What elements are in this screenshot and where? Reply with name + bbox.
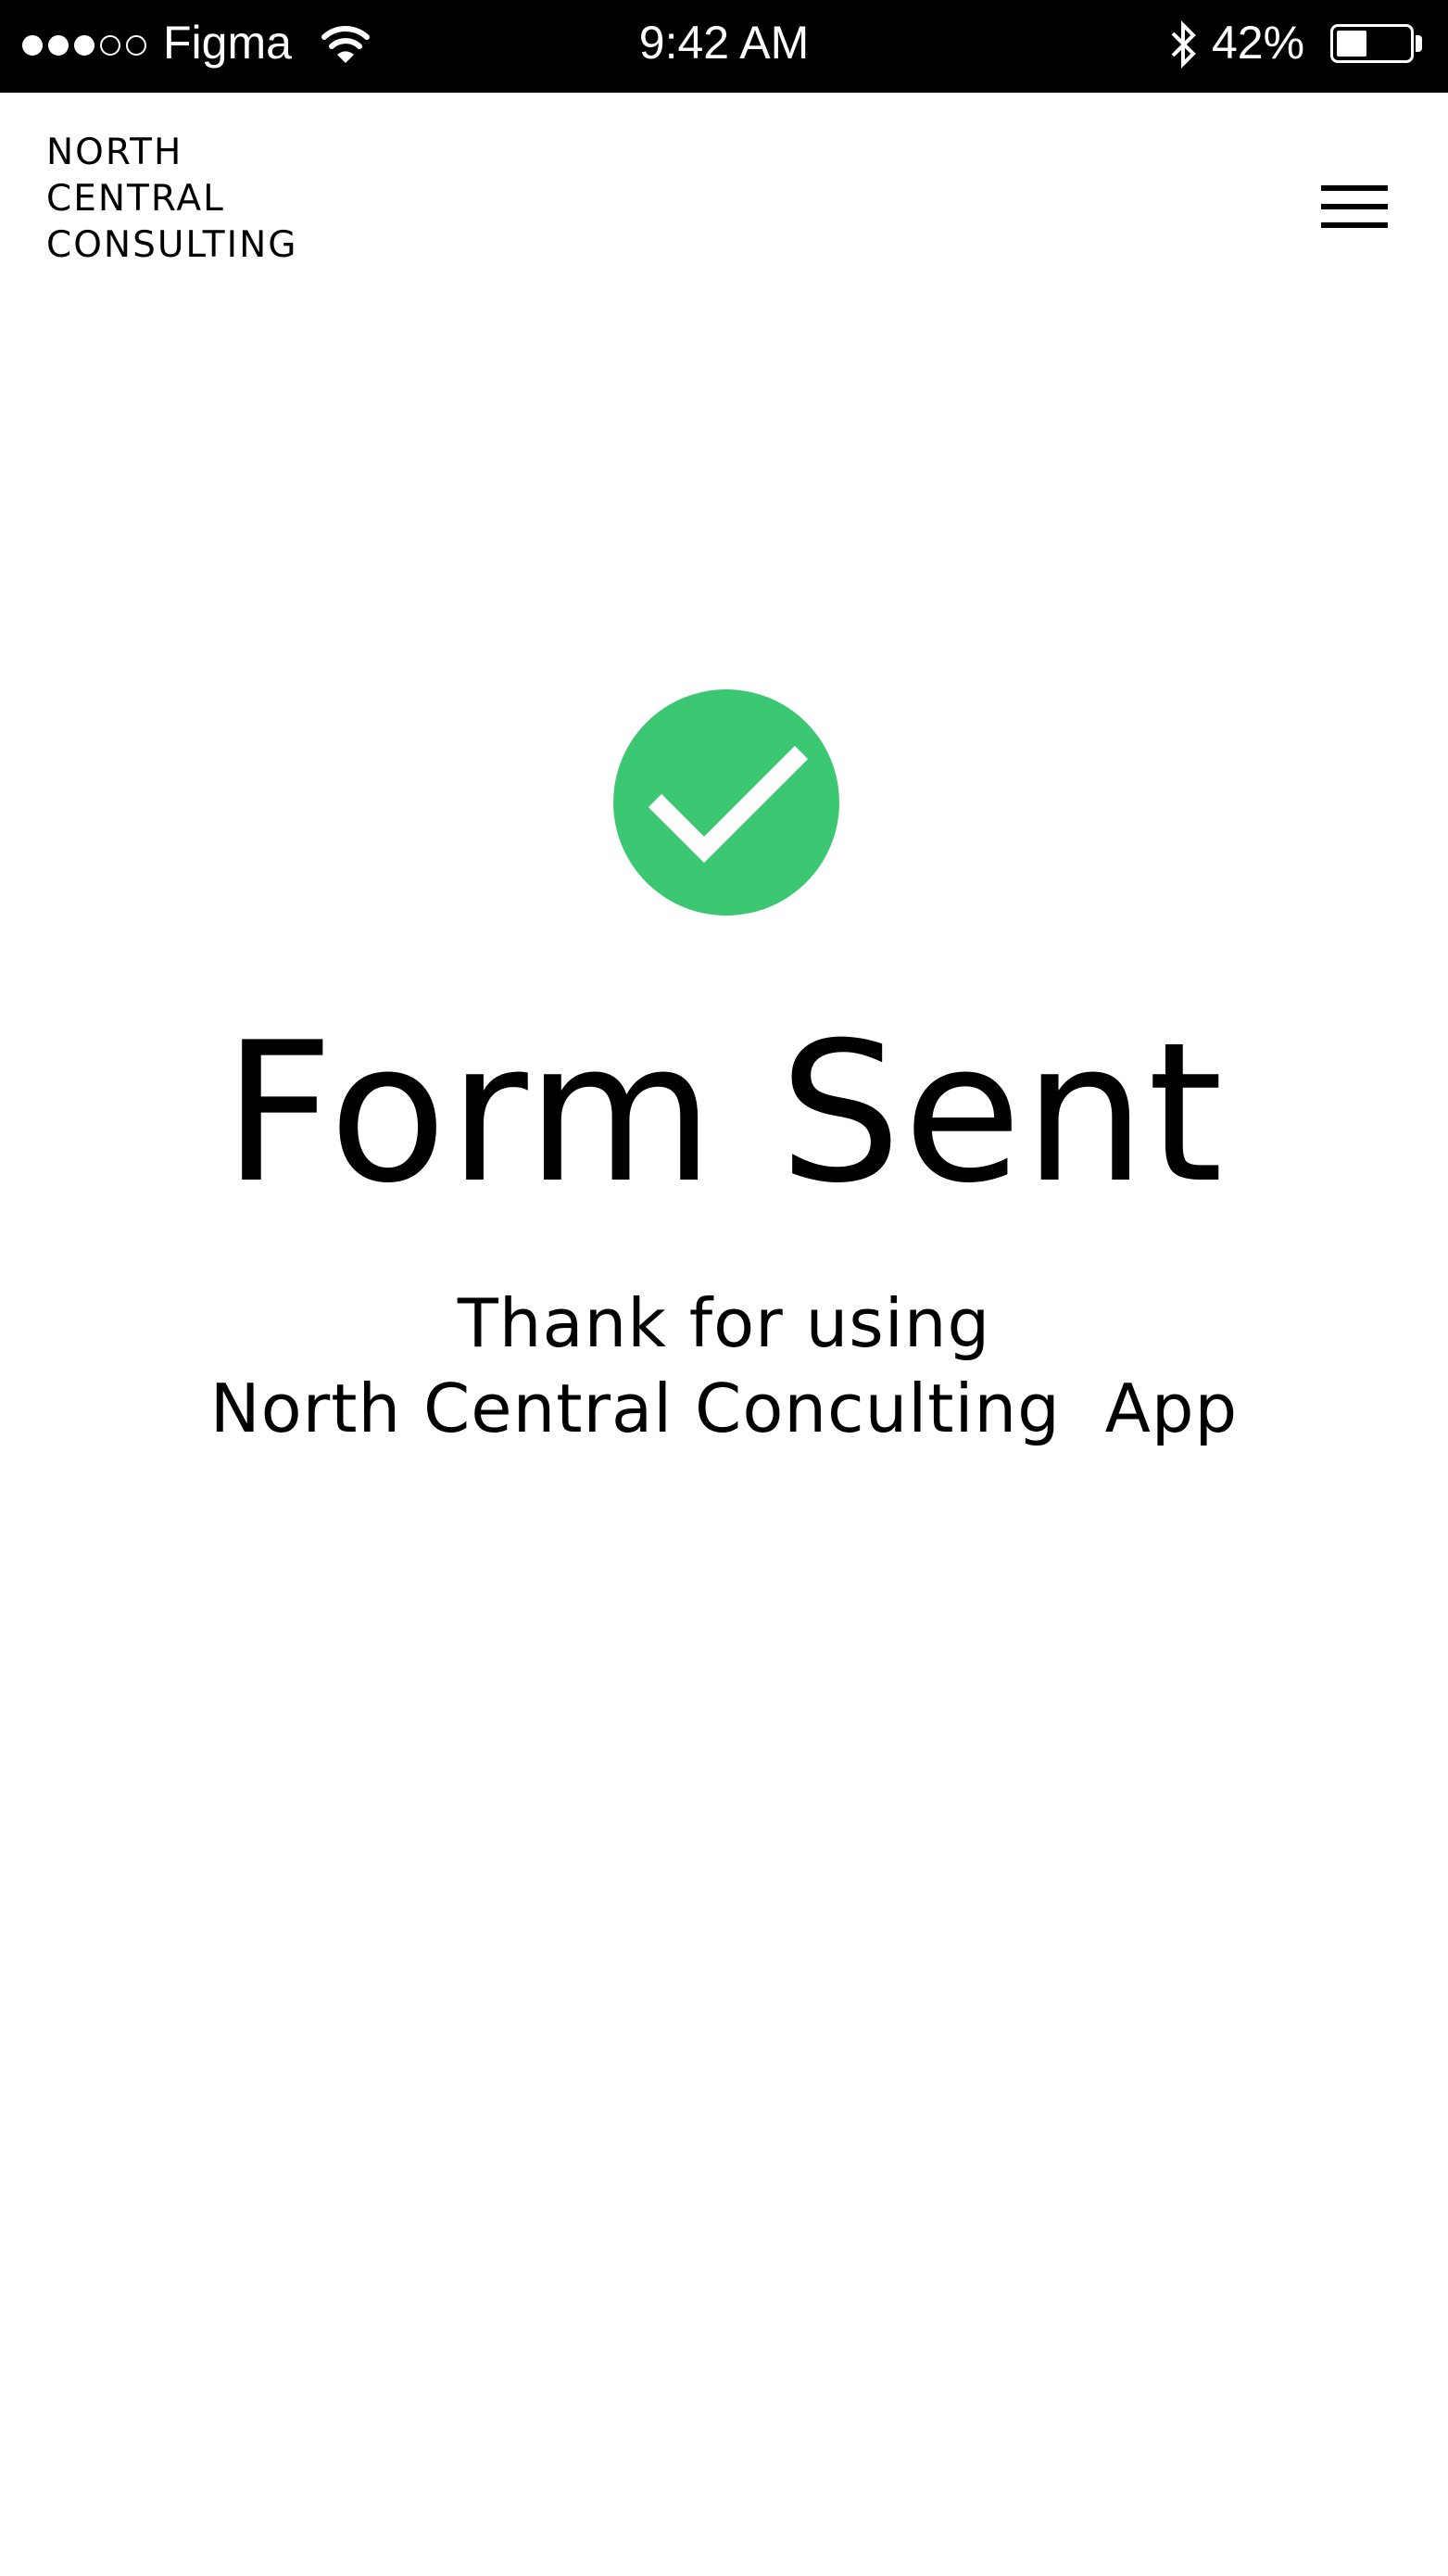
checkmark-circle-icon: [613, 689, 839, 915]
hamburger-menu-icon[interactable]: [1316, 182, 1391, 237]
battery-level: [1337, 31, 1366, 57]
success-circle: [613, 689, 839, 915]
status-bar: Figma 9:42 AM 42%: [0, 0, 1448, 93]
battery-cap: [1416, 35, 1422, 52]
menu-bar-middle: [1321, 204, 1388, 209]
battery-icon: [1330, 24, 1414, 63]
message-line-1: Thank for using: [457, 1284, 991, 1362]
brand-line-1: NORTH: [46, 132, 183, 173]
menu-bar-top: [1321, 185, 1388, 191]
battery-percentage: 42%: [1212, 17, 1305, 69]
brand-line-2: CENTRAL: [46, 178, 225, 220]
thank-you-message: Thank for using North Central Conculting…: [0, 1281, 1448, 1451]
page-title: Form Sent: [222, 1002, 1226, 1226]
bluetooth-icon: [1171, 20, 1196, 69]
menu-bar-bottom: [1321, 222, 1388, 228]
message-line-2: North Central Conculting App: [209, 1370, 1239, 1447]
brand-line-3: CONSULTING: [46, 224, 298, 266]
brand-logo-text[interactable]: NORTH CENTRAL CONSULTING: [46, 130, 297, 269]
